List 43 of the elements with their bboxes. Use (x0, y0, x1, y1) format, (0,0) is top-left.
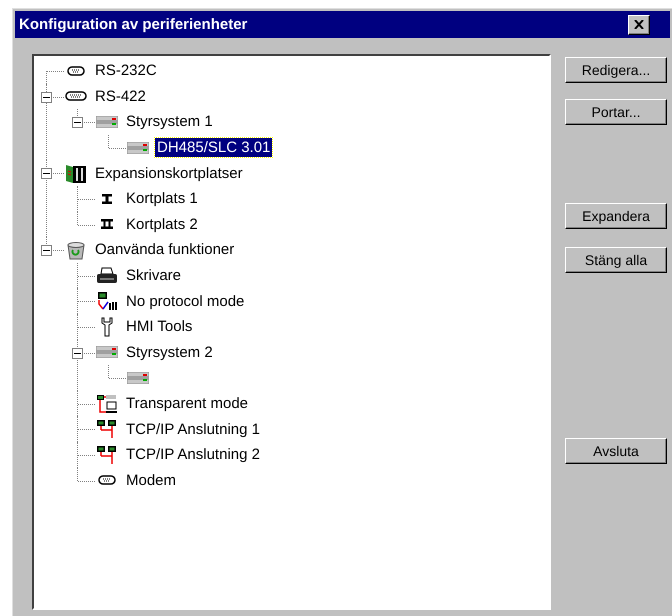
tree-item[interactable]: Oanvända funktioner (93, 240, 236, 260)
close-icon (634, 20, 644, 29)
tree-item[interactable]: DH485/SLC 3.01 (155, 138, 272, 158)
tree-item[interactable]: No protocol mode (124, 292, 246, 311)
tree-item[interactable]: TCP/IP Anslutning 2 (124, 445, 262, 464)
window-title: Konfiguration av periferienheter (19, 16, 248, 33)
tree-item[interactable]: Kortplats 1 (124, 189, 200, 208)
tree-item[interactable]: Kortplats 2 (124, 214, 200, 234)
tree-item[interactable]: Modem (124, 470, 178, 490)
tree-item[interactable]: TCP/IP Anslutning 1 (124, 420, 262, 439)
tree-item[interactable]: RS-232C (93, 61, 159, 80)
tree-item[interactable]: Skrivare (124, 266, 184, 286)
collapse-button[interactable] (72, 117, 83, 128)
dialog-button[interactable]: Redigera... (565, 57, 667, 83)
controller-icon (127, 142, 149, 154)
tree-item[interactable]: RS-422 (93, 86, 148, 106)
tree-item[interactable]: Expansionskortplatser (93, 164, 245, 183)
dialog-button[interactable]: Expandera (565, 203, 667, 229)
card-rack-icon (65, 163, 87, 184)
network-icon (96, 444, 118, 465)
network-icon (96, 419, 118, 440)
dialog-button[interactable]: Stäng alla (565, 247, 667, 273)
close-button[interactable] (628, 14, 650, 34)
controller-icon (96, 346, 118, 358)
collapse-button[interactable] (72, 348, 83, 359)
slot-two-icon (100, 218, 114, 230)
terminal-icon (96, 291, 118, 312)
dialog-button[interactable]: Avsluta (565, 438, 667, 464)
collapse-button[interactable] (41, 245, 52, 256)
collapse-button[interactable] (41, 92, 52, 103)
printer-icon (96, 266, 118, 285)
controller-icon (96, 116, 118, 128)
network-computer-icon (96, 394, 118, 414)
dialog-button[interactable]: Portar... (565, 99, 667, 125)
collapse-button[interactable] (41, 168, 52, 180)
tree-item[interactable]: Styrsystem 1 (124, 112, 215, 132)
tree-item[interactable]: Transparent mode (124, 394, 250, 414)
wrench-icon (100, 316, 114, 337)
slot-one-icon (101, 192, 113, 205)
tree-item[interactable]: Styrsystem 2 (124, 342, 215, 362)
tree-item[interactable]: HMI Tools (124, 317, 194, 336)
controller-icon (127, 372, 149, 384)
recycle-bin-icon (65, 240, 87, 260)
